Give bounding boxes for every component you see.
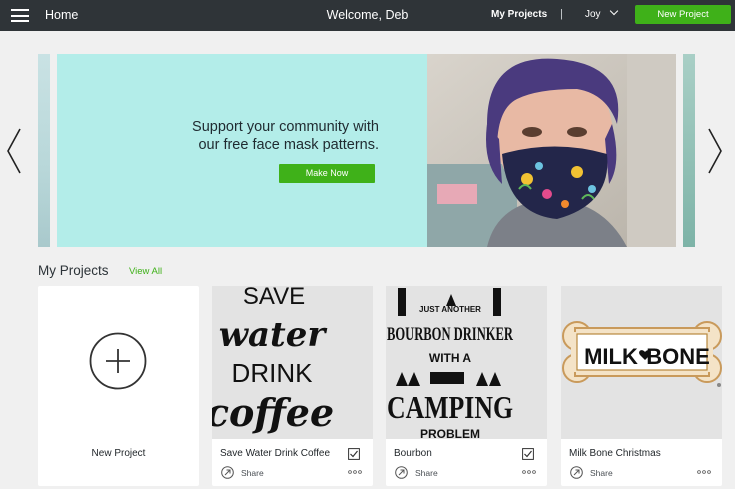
carousel-prev-arrow-icon[interactable] xyxy=(6,127,22,175)
plus-circle-icon xyxy=(89,332,147,390)
art-text: water xyxy=(219,315,328,355)
new-project-button[interactable]: New Project xyxy=(635,5,731,24)
make-now-button[interactable]: Make Now xyxy=(279,164,375,183)
art-text: MILK xyxy=(584,344,638,369)
art-text: BOURBON DRINKER xyxy=(387,324,513,345)
art-text: coffee xyxy=(212,390,334,435)
project-card[interactable]: MILK BONE Milk Bone Christmas Share xyxy=(561,286,722,486)
new-project-card[interactable]: New Project xyxy=(38,286,199,486)
art-text: CAMPING xyxy=(387,389,513,425)
share-label[interactable]: Share xyxy=(241,468,264,478)
user-name: Joy xyxy=(585,9,601,20)
home-link[interactable]: Home xyxy=(45,8,78,22)
art-text: PROBLEM xyxy=(420,427,480,439)
share-icon[interactable] xyxy=(221,466,234,479)
view-all-link[interactable]: View All xyxy=(129,266,162,277)
more-options-icon[interactable] xyxy=(697,470,711,474)
project-thumbnail: SAVE water DRINK coffee xyxy=(212,286,373,439)
checkbox-checked-icon[interactable] xyxy=(522,448,534,460)
promo-banner: Support your community with our free fac… xyxy=(57,54,676,247)
top-bar: Home Welcome, Deb My Projects | Joy New … xyxy=(0,0,735,31)
more-options-icon[interactable] xyxy=(522,470,536,474)
project-title: Milk Bone Christmas xyxy=(569,448,661,459)
welcome-text: Welcome, Deb xyxy=(326,8,409,22)
banner-headline: Support your community with our free fac… xyxy=(117,118,379,154)
project-card[interactable]: SAVE water DRINK coffee Save Water Drink… xyxy=(212,286,373,486)
banner-photo xyxy=(427,54,676,247)
carousel-next-arrow-icon[interactable] xyxy=(707,127,723,175)
carousel-next-slide-peek[interactable] xyxy=(683,54,695,247)
banner-headline-line: our free face mask patterns. xyxy=(198,137,379,153)
new-project-card-label: New Project xyxy=(91,448,146,459)
share-label[interactable]: Share xyxy=(415,468,438,478)
art-text: BONE xyxy=(646,344,710,369)
art-text: WITH A xyxy=(429,351,472,365)
checkbox-checked-icon[interactable] xyxy=(348,448,360,460)
project-thumbnail: JUST ANOTHER BOURBON DRINKER WITH A CAMP… xyxy=(386,286,547,439)
chevron-down-icon xyxy=(609,6,618,16)
project-title: Save Water Drink Coffee xyxy=(220,448,331,459)
art-text: JUST ANOTHER xyxy=(419,305,481,314)
carousel-prev-slide-peek[interactable] xyxy=(38,54,50,247)
project-title: Bourbon xyxy=(394,448,432,459)
art-text: DRINK xyxy=(232,358,314,388)
project-thumbnail: MILK BONE xyxy=(561,286,722,439)
more-options-icon[interactable] xyxy=(348,470,362,474)
my-projects-link[interactable]: My Projects xyxy=(491,9,547,20)
user-menu[interactable]: Joy xyxy=(585,6,618,20)
art-text: SAVE xyxy=(243,286,305,310)
project-card[interactable]: JUST ANOTHER BOURBON DRINKER WITH A CAMP… xyxy=(386,286,547,486)
hamburger-menu-icon[interactable] xyxy=(11,9,29,22)
nav-separator: | xyxy=(560,8,563,20)
section-title: My Projects xyxy=(38,263,109,278)
share-icon[interactable] xyxy=(570,466,583,479)
banner-headline-line: Support your community with xyxy=(192,119,379,135)
share-icon[interactable] xyxy=(395,466,408,479)
share-label[interactable]: Share xyxy=(590,468,613,478)
